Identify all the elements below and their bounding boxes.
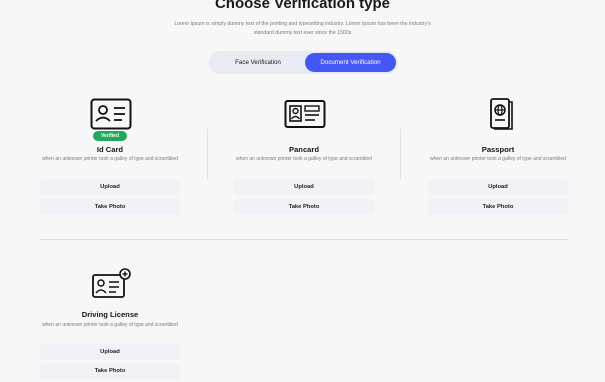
passport-option: Passport when an unknown printer took a … (428, 98, 568, 218)
card-name: Driving License (81, 310, 139, 319)
take-photo-button[interactable]: Take Photo (234, 199, 374, 215)
take-photo-button[interactable]: Take Photo (40, 199, 180, 215)
upload-button[interactable]: Upload (234, 179, 374, 195)
card-name: Passport (481, 145, 515, 154)
pancard-icon (284, 100, 326, 128)
section-divider (40, 239, 568, 240)
card-name: Id Card (96, 145, 124, 154)
upload-button[interactable]: Upload (428, 179, 568, 195)
page-title: Choose Verification type (214, 0, 391, 12)
pancard-option: Pancard when an unknown printer took a g… (234, 98, 374, 218)
document-verification-tab[interactable]: Document Verification (305, 53, 396, 72)
card-divider (207, 129, 208, 179)
card-description: when an unknown printer took a galley of… (42, 322, 178, 328)
driving-license-option: Driving License when an unknown printer … (40, 268, 180, 382)
upload-button[interactable]: Upload (40, 179, 180, 195)
take-photo-button[interactable]: Take Photo (428, 199, 568, 215)
card-description: when an unknown printer took a galley of… (42, 156, 178, 162)
upload-button[interactable]: Upload (40, 344, 180, 360)
page-subtitle: Lorem Ipsum is simply dummy text of the … (174, 21, 431, 36)
face-verification-tab[interactable]: Face Verification (213, 53, 303, 72)
verification-type-toggle: Face Verification Document Verification (209, 51, 398, 74)
take-photo-button[interactable]: Take Photo (40, 363, 180, 379)
card-name: Pancard (289, 145, 319, 154)
id-card-content: Id Card when an unknown printer took a g… (40, 98, 180, 218)
driving-license-icon (92, 268, 131, 298)
passport-icon (490, 98, 513, 130)
card-description: when an unknown printer took a galley of… (236, 156, 372, 162)
card-description: when an unknown printer took a galley of… (430, 156, 566, 162)
card-divider (400, 129, 401, 179)
